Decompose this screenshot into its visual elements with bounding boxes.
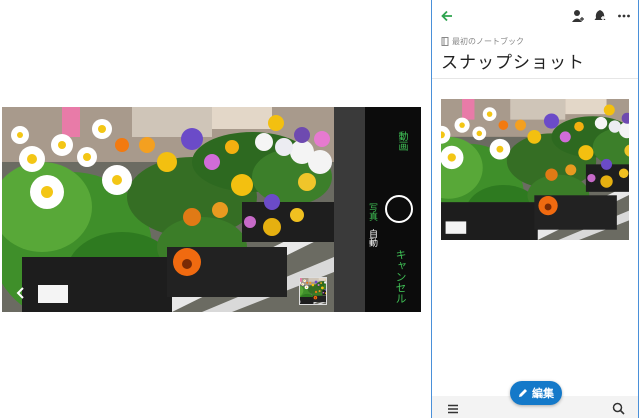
flash-auto-label[interactable]: 自動	[366, 229, 379, 247]
note-title[interactable]: スナップショット	[441, 48, 585, 73]
last-photo-thumbnail[interactable]	[299, 277, 327, 305]
bell-plus-icon[interactable]	[591, 7, 609, 25]
pencil-icon	[519, 389, 527, 397]
more-horizontal-icon[interactable]	[615, 7, 633, 25]
search-icon[interactable]	[612, 400, 625, 419]
edit-label: 編集	[532, 387, 554, 400]
note-attached-photo[interactable]	[441, 99, 629, 240]
notebook-name: 最初のノートブック	[452, 37, 524, 46]
mode-video[interactable]: 動画	[394, 131, 409, 151]
hamburger-icon[interactable]	[447, 400, 459, 419]
shutter-button[interactable]	[385, 195, 413, 223]
mode-photo[interactable]: 写真	[366, 203, 379, 221]
cancel-button[interactable]: キャンセル	[392, 249, 408, 304]
notebook-icon	[441, 37, 449, 46]
note-screen: 最初のノートブック スナップショット 編集	[431, 0, 639, 418]
breadcrumb[interactable]: 最初のノートブック	[441, 36, 524, 47]
edit-button[interactable]: 編集	[510, 381, 562, 405]
arrow-left-icon[interactable]	[438, 7, 456, 25]
camera-back-icon[interactable]	[14, 285, 28, 299]
camera-viewfinder	[2, 107, 334, 312]
camera-mode-strip	[334, 107, 365, 312]
note-toolbar	[432, 0, 638, 32]
title-divider	[432, 78, 638, 79]
camera-screen: 自動 写真 動画 キャンセル	[2, 107, 421, 312]
add-person-icon[interactable]	[569, 7, 587, 25]
